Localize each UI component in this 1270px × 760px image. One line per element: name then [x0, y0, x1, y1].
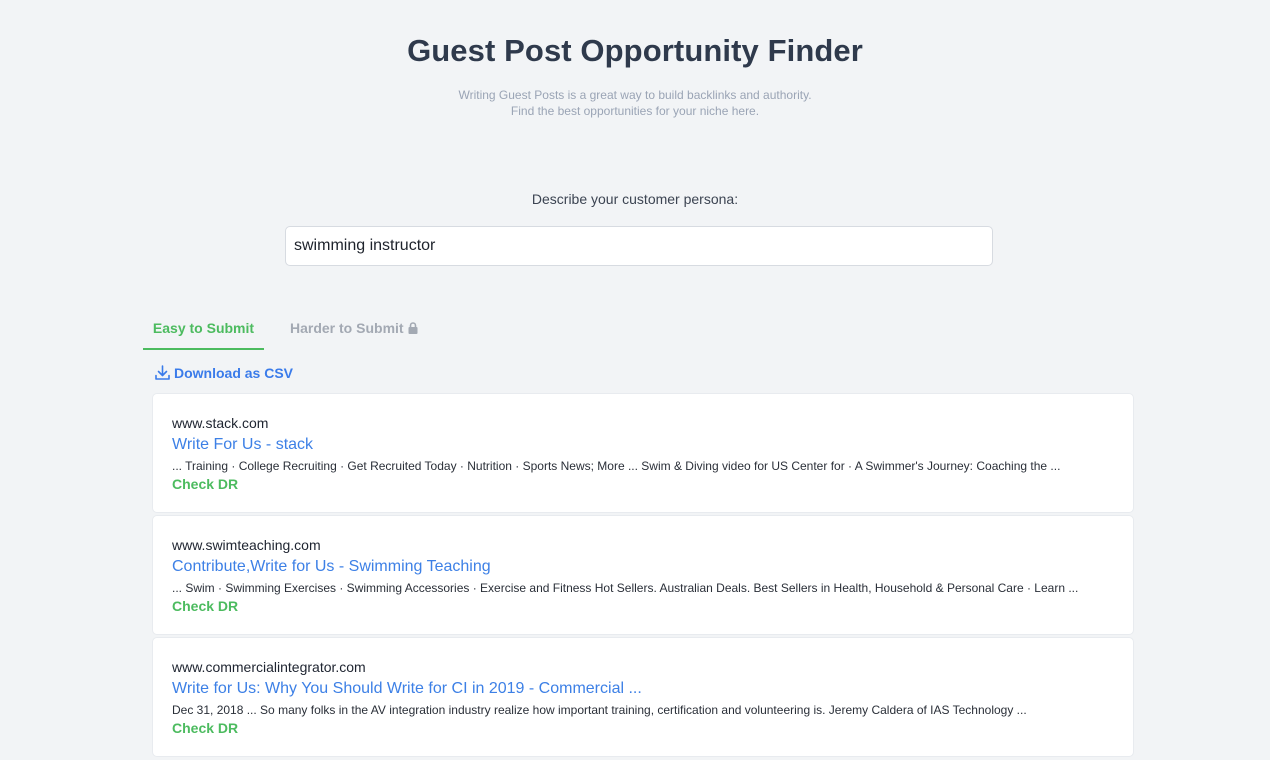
result-domain: www.swimteaching.com [172, 537, 321, 553]
page: Guest Post Opportunity Finder Writing Gu… [0, 0, 1270, 760]
tab-harder-to-submit[interactable]: Harder to Submit [290, 312, 418, 348]
tab-hard-label: Harder to Submit [290, 320, 404, 336]
result-title-link[interactable]: Write for Us: Why You Should Write for C… [172, 680, 642, 698]
download-csv-button[interactable]: Download as CSV [154, 364, 293, 381]
result-card: www.stack.com Write For Us - stack ... T… [152, 393, 1134, 513]
result-domain: www.commercialintegrator.com [172, 659, 366, 675]
download-label: Download as CSV [174, 365, 294, 381]
result-snippet: ... Training · College Recruiting · Get … [172, 459, 1061, 473]
persona-input[interactable] [285, 226, 993, 266]
result-snippet: Dec 31, 2018 ... So many folks in the AV… [172, 703, 1027, 717]
result-domain: www.stack.com [172, 415, 269, 431]
result-card: www.swimteaching.com Contribute,Write fo… [152, 515, 1134, 635]
persona-label: Describe your customer persona: [531, 191, 739, 207]
page-title: Guest Post Opportunity Finder [407, 33, 863, 68]
subtitle-line-2: Find the best opportunities for your nic… [510, 104, 760, 118]
result-title-link[interactable]: Write For Us - stack [172, 436, 313, 454]
subtitle-line-1: Writing Guest Posts is a great way to bu… [458, 88, 812, 102]
lock-icon [408, 313, 418, 345]
download-icon [154, 365, 174, 381]
check-dr-link[interactable]: Check DR [172, 476, 238, 492]
result-card: www.commercialintegrator.com Write for U… [152, 637, 1134, 757]
tab-easy-label: Easy to Submit [152, 320, 255, 336]
page-subtitle: Writing Guest Posts is a great way to bu… [0, 87, 1270, 119]
check-dr-link[interactable]: Check DR [172, 720, 238, 736]
result-title-link[interactable]: Contribute,Write for Us - Swimming Teach… [172, 558, 491, 576]
check-dr-link[interactable]: Check DR [172, 598, 238, 614]
tab-easy-to-submit[interactable]: Easy to Submit [143, 312, 264, 350]
result-snippet: ... Swim · Swimming Exercises · Swimming… [172, 581, 1079, 595]
